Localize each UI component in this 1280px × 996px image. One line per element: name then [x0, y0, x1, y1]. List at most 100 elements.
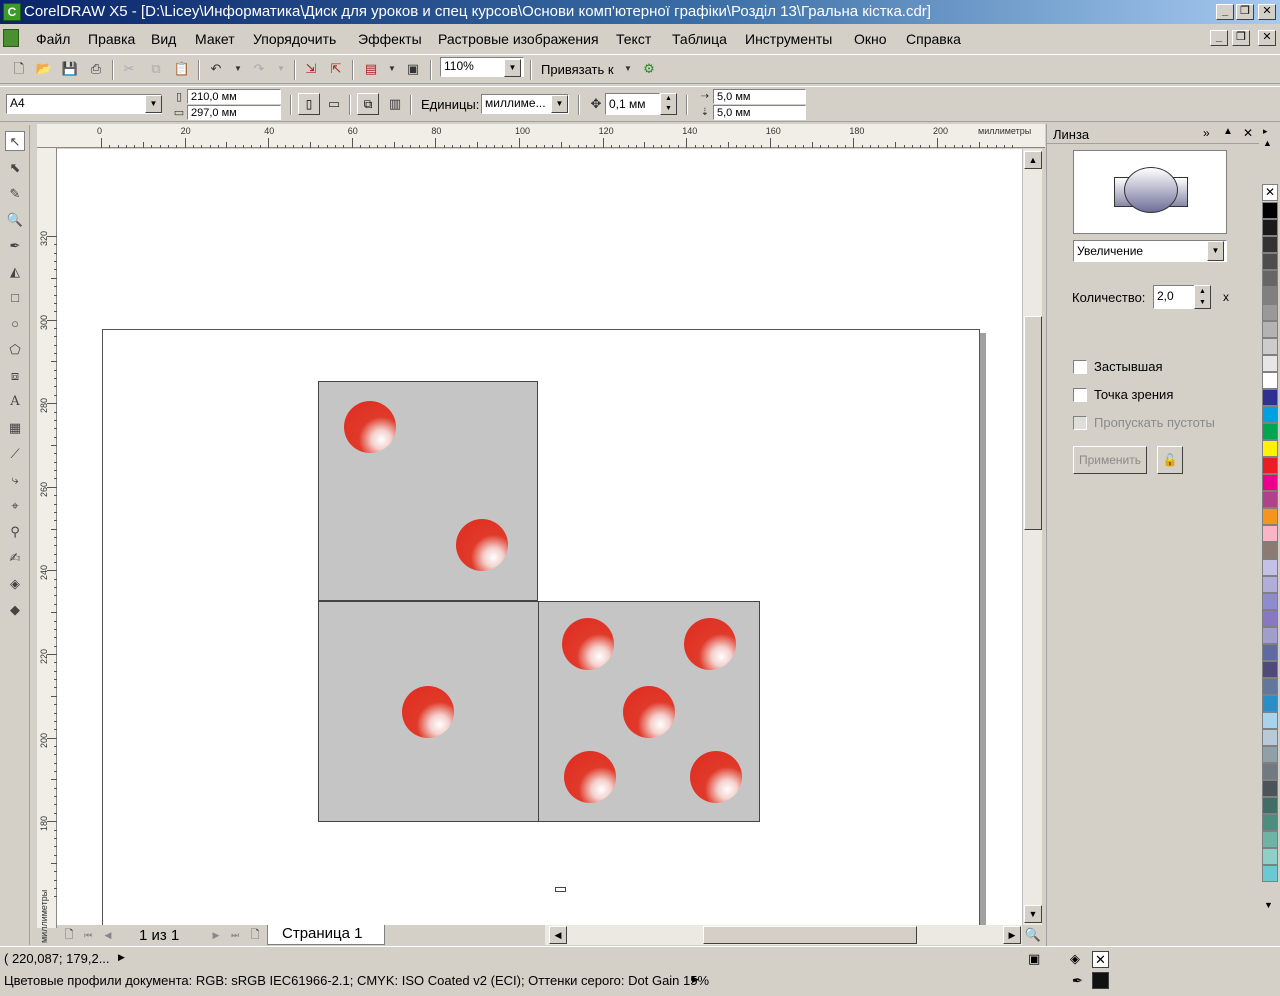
nudge-field[interactable]: 0,1 мм — [605, 93, 660, 115]
menu-text[interactable]: Текст — [616, 31, 651, 47]
palette-swatch[interactable] — [1262, 729, 1278, 746]
menu-file[interactable]: Файл — [36, 31, 70, 47]
palette-swatch[interactable] — [1262, 525, 1278, 542]
first-page-icon[interactable]: ⏮ — [79, 926, 97, 944]
connector-tool-icon[interactable]: ⤷ — [5, 470, 25, 490]
palette-swatch[interactable] — [1262, 253, 1278, 270]
all-pages-button[interactable]: ⧉ — [357, 93, 379, 115]
small-rectangle-object[interactable] — [555, 887, 566, 892]
duplicate-x-field[interactable]: 5,0 мм — [713, 89, 806, 104]
navigator-icon[interactable]: 🔍 — [1024, 926, 1042, 944]
interactive-fill-tool-icon[interactable]: ◆ — [5, 600, 25, 620]
palette-swatch[interactable] — [1262, 491, 1278, 508]
zoom-dropdown-button[interactable]: ▼ — [504, 59, 521, 77]
palette-swatch[interactable] — [1262, 236, 1278, 253]
text-tool-icon[interactable]: A — [5, 392, 25, 412]
snap-dropdown-icon[interactable]: ▼ — [619, 60, 637, 78]
menu-table[interactable]: Таблица — [672, 31, 727, 47]
undo-dropdown-icon[interactable]: ▼ — [229, 60, 247, 78]
vertical-ruler[interactable]: 320 300 280 260 240 220 200 180 миллиметры — [37, 148, 57, 943]
restore-button[interactable]: ❐ — [1236, 4, 1254, 20]
fill-none-swatch[interactable]: ✕ — [1092, 951, 1109, 968]
application-launcher-icon[interactable]: ▤ — [362, 60, 380, 78]
rectangle-tool-icon[interactable]: □ — [5, 288, 25, 308]
palette-swatch[interactable] — [1262, 695, 1278, 712]
polygon-tool-icon[interactable]: ⬠ — [5, 340, 25, 360]
palette-scroll-down-icon[interactable]: ▼ — [1264, 900, 1273, 910]
scroll-left-button[interactable]: ◀ — [549, 926, 567, 944]
add-page-after-icon[interactable]: 🗋 — [246, 926, 264, 944]
docker-close-icon[interactable]: ✕ — [1243, 126, 1253, 140]
palette-swatch[interactable] — [1262, 423, 1278, 440]
die-face-five[interactable] — [538, 601, 760, 822]
drawing-canvas[interactable] — [57, 149, 1022, 925]
docker-expand-icon[interactable]: » — [1203, 126, 1210, 140]
copy-icon[interactable]: ⧉ — [147, 60, 165, 78]
palette-swatch[interactable] — [1262, 321, 1278, 338]
palette-swatch[interactable] — [1262, 712, 1278, 729]
launcher-dropdown-icon[interactable]: ▼ — [383, 60, 401, 78]
table-tool-icon[interactable]: ▦ — [5, 418, 25, 438]
portrait-button[interactable]: ▯ — [298, 93, 320, 115]
palette-swatch[interactable] — [1262, 797, 1278, 814]
palette-swatch[interactable] — [1262, 440, 1278, 457]
minimize-button[interactable]: _ — [1216, 4, 1234, 20]
undo-icon[interactable]: ↶ — [207, 60, 225, 78]
frozen-checkbox[interactable] — [1073, 360, 1087, 374]
palette-swatch[interactable] — [1262, 406, 1278, 423]
fill-tool-icon[interactable]: ◈ — [5, 574, 25, 594]
redo-icon[interactable]: ↷ — [250, 60, 268, 78]
palette-swatch[interactable] — [1262, 848, 1278, 865]
palette-swatch[interactable] — [1262, 508, 1278, 525]
palette-swatch[interactable] — [1262, 338, 1278, 355]
snap-to-label[interactable]: Привязать к — [541, 62, 614, 77]
cut-icon[interactable]: ✂ — [120, 60, 138, 78]
smart-fill-tool-icon[interactable]: ◭ — [5, 262, 25, 282]
page-width-field[interactable]: 210,0 мм — [187, 89, 281, 104]
profiles-arrow-icon[interactable]: ▶ — [692, 974, 699, 985]
eyedropper-tool-icon[interactable]: ⚲ — [5, 522, 25, 542]
previous-page-icon[interactable]: ◀ — [99, 926, 117, 944]
import-icon[interactable]: ⇲ — [302, 60, 320, 78]
paper-type-field[interactable]: A4 — [6, 94, 162, 114]
ellipse-tool-icon[interactable]: ○ — [5, 314, 25, 334]
palette-swatch[interactable] — [1262, 542, 1278, 559]
save-icon[interactable]: 💾 — [61, 60, 79, 78]
die-face-one[interactable] — [318, 601, 539, 822]
color-profiles-text[interactable]: Цветовые профили документа: RGB: sRGB IE… — [4, 973, 709, 988]
crop-tool-icon[interactable]: ✎ — [5, 184, 25, 204]
outline-color-swatch[interactable] — [1092, 972, 1109, 989]
vertical-scroll-thumb[interactable] — [1024, 316, 1042, 530]
menu-effects[interactable]: Эффекты — [358, 31, 422, 47]
document-icon[interactable] — [3, 29, 19, 47]
lock-icon[interactable]: 🔓 — [1157, 446, 1183, 474]
menu-window[interactable]: Окно — [854, 31, 887, 47]
palette-swatch[interactable] — [1262, 355, 1278, 372]
palette-swatch[interactable] — [1262, 287, 1278, 304]
scroll-down-button[interactable]: ▼ — [1024, 905, 1042, 923]
outline-tool-icon[interactable]: ✍ — [5, 548, 25, 568]
next-page-icon[interactable]: ▶ — [207, 926, 225, 944]
palette-swatch[interactable] — [1262, 746, 1278, 763]
palette-swatch[interactable] — [1262, 304, 1278, 321]
pick-tool-icon[interactable]: ↖ — [5, 131, 25, 151]
horizontal-ruler[interactable]: 0 20 40 60 80 100 120 140 160 180 200 миллиметры — [37, 124, 1045, 148]
no-color-swatch[interactable]: ✕ — [1262, 184, 1278, 201]
redo-dropdown-icon[interactable]: ▼ — [272, 60, 290, 78]
blend-tool-icon[interactable]: ⌖ — [5, 496, 25, 516]
options-icon[interactable]: ⚙ — [640, 60, 658, 78]
palette-swatch[interactable] — [1262, 559, 1278, 576]
palette-scroll-up-icon[interactable]: ▲ — [1263, 138, 1272, 148]
basic-shapes-tool-icon[interactable]: ⧈ — [5, 366, 25, 386]
add-page-before-icon[interactable]: 🗋 — [60, 926, 78, 944]
duplicate-y-field[interactable]: 5,0 мм — [713, 105, 806, 120]
horizontal-scroll-thumb[interactable] — [703, 926, 917, 944]
nudge-spinner[interactable]: ▲ ▼ — [660, 93, 677, 115]
page-height-field[interactable]: 297,0 мм — [187, 105, 281, 120]
palette-swatch[interactable] — [1262, 763, 1278, 780]
print-icon[interactable]: ⎙ — [87, 60, 105, 78]
palette-swatch[interactable] — [1262, 865, 1278, 882]
palette-swatch[interactable] — [1262, 627, 1278, 644]
vertical-scrollbar[interactable]: ▲ ▼ — [1022, 149, 1042, 925]
palette-swatch[interactable] — [1262, 678, 1278, 695]
